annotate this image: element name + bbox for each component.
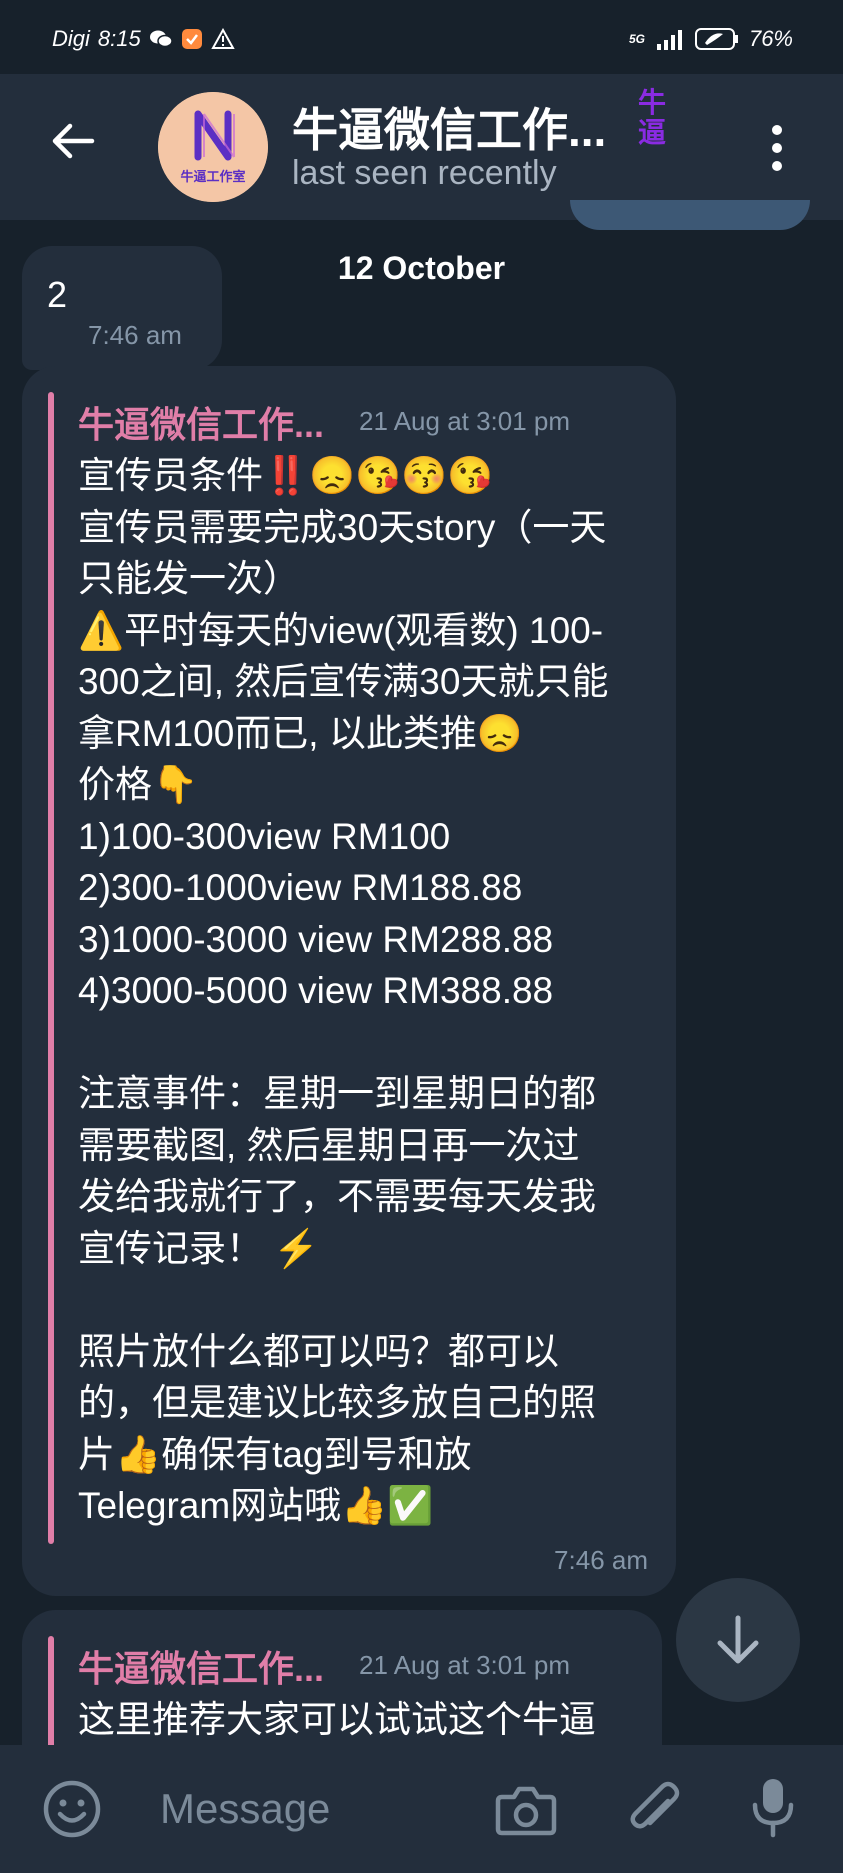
message-line: 宣传记录！ ⚡ (78, 1227, 320, 1269)
network-label: 5G (628, 32, 645, 46)
message-line: 拿RM100而已, 以此类推😞 (78, 712, 523, 754)
forwarded-message-bubble[interactable]: 牛逼微信工作... 21 Aug at 3:01 pm 宣传员条件‼️😞😘😚😘 … (22, 366, 676, 1596)
message-line: 发给我就行了，不需要每天发我 (78, 1176, 596, 1217)
message-line: 的，但是建议比较多放自己的照 (78, 1382, 596, 1423)
chat-title[interactable]: 牛逼微信工作... (292, 94, 606, 160)
signal-icon (656, 30, 682, 50)
forwarded-sender[interactable]: 牛逼微信工作... (78, 1640, 324, 1692)
message-line: Telegram网站哦👍✅ (78, 1485, 434, 1526)
avatar-logo (158, 92, 268, 202)
message-line: ⚠️平时每天的view(观看数) 100- (78, 609, 604, 651)
avatar[interactable]: 牛逼工作室 (158, 92, 268, 202)
carrier-label: Digi (52, 26, 90, 51)
message-line: 片👍确保有tag到号和放 (78, 1433, 472, 1475)
forwarded-sender[interactable]: 牛逼微信工作... (78, 396, 324, 448)
emoji-icon[interactable] (42, 1779, 102, 1839)
message-line (78, 1017, 668, 1069)
back-arrow-icon[interactable] (48, 116, 98, 166)
warning-icon (211, 28, 235, 49)
avatar-caption: 牛逼工作室 (180, 169, 246, 184)
camera-icon[interactable] (494, 1779, 558, 1839)
message-line: 3)1000-3000 view RM288.88 (78, 918, 554, 960)
wechat-icon (149, 30, 173, 48)
message-line (78, 1274, 668, 1326)
message-line: 只能发一次） (78, 558, 300, 599)
message-line: 注意事件：星期一到星期日的都 (78, 1073, 596, 1114)
status-right: 5G 76% (629, 26, 793, 52)
message-line: 300之间, 然后宣传满30天就只能 (78, 661, 609, 702)
message-line: 宣传员条件‼️😞😘😚😘 (78, 455, 494, 496)
battery-icon (694, 28, 738, 50)
microphone-icon[interactable] (748, 1775, 798, 1841)
message-line: 1)100-300view RM100 (78, 815, 451, 857)
status-time: 8:15 (97, 26, 141, 51)
quote-bar (48, 392, 54, 1544)
message-line: 价格👇 (78, 764, 199, 805)
forwarded-date: 21 Aug at 3:01 pm (359, 1650, 571, 1680)
message-line: 照片放什么都可以吗？都可以 (78, 1330, 559, 1372)
chat-subtitle: last seen recently (292, 154, 557, 192)
message-bubble[interactable]: 2 7:46 am (22, 246, 222, 370)
chat-messages[interactable]: 12 October 2 7:46 am 牛逼微信工作... 21 Aug at… (0, 220, 843, 1745)
message-body: 宣传员条件‼️😞😘😚😘 宣传员需要完成30天story（一天 只能发一次） ⚠️… (78, 450, 668, 1532)
forwarded-message-bubble[interactable]: 牛逼微信工作... 21 Aug at 3:01 pm 这里推荐大家可以试试这个… (22, 1610, 662, 1745)
status-bar: Digi 8:15 5G 76% (0, 0, 843, 74)
scroll-down-button[interactable] (676, 1578, 800, 1702)
quote-bar (48, 1636, 54, 1745)
message-line: 需要截图, 然后星期日再一次过 (78, 1124, 580, 1166)
message-input[interactable]: Message (160, 1785, 330, 1833)
message-text: 2 (47, 274, 68, 315)
message-line: 2)300-1000view RM188.88 (78, 867, 523, 908)
status-left: Digi 8:15 (52, 26, 235, 52)
notification-app-icon (181, 29, 202, 49)
message-time: 7:46 am (554, 1545, 648, 1575)
arrow-down-icon (717, 1615, 759, 1664)
title-sticker: 牛逼 (637, 87, 666, 148)
message-line: 4)3000-5000 view RM388.88 (78, 970, 554, 1011)
message-body: 这里推荐大家可以试试这个牛逼 (78, 1694, 668, 1745)
message-time: 7:46 am (88, 320, 182, 350)
more-menu-icon[interactable] (762, 118, 792, 178)
chat-header: 牛逼工作室 牛逼微信工作... last seen recently 牛逼 (0, 74, 843, 220)
forwarded-date: 21 Aug at 3:01 pm (359, 406, 571, 436)
attach-icon[interactable] (624, 1779, 684, 1841)
message-line: 宣传员需要完成30天story（一天 (78, 506, 607, 548)
battery-level: 76% (748, 26, 793, 51)
message-line: 这里推荐大家可以试试这个牛逼 (78, 1699, 596, 1740)
message-input-bar: Message (0, 1745, 843, 1873)
